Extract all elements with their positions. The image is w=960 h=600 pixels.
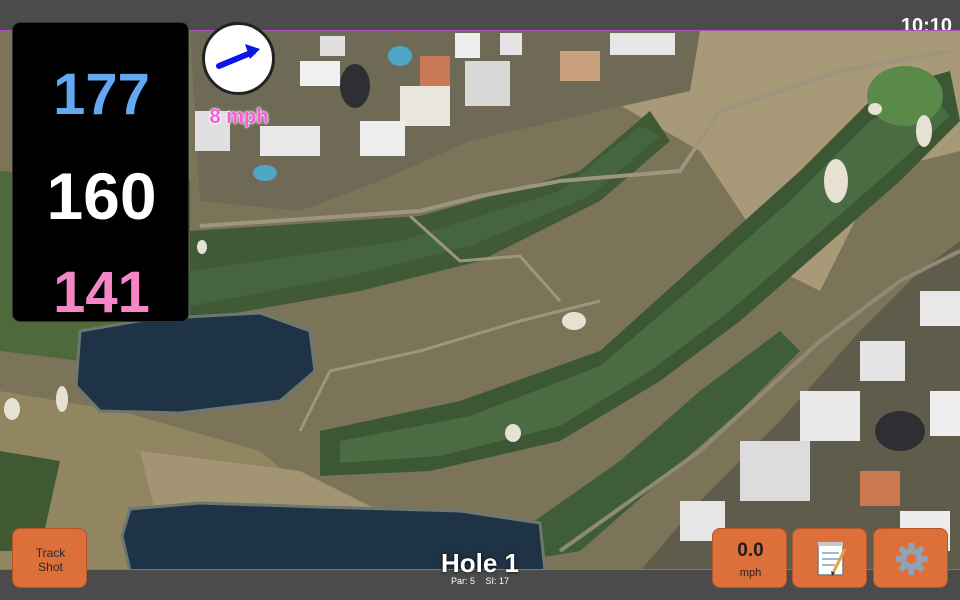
middle-yardage: 160: [46, 159, 157, 233]
track-shot-button[interactable]: Track Shot: [12, 528, 87, 588]
front-yardage: 141: [53, 260, 150, 325]
gear-icon: [895, 543, 928, 575]
settings-button[interactable]: [873, 528, 948, 588]
hole-info: Par: 5 SI: 17: [380, 576, 580, 586]
wind-speed: 8 mph: [209, 106, 269, 128]
speed-unit: mph: [739, 567, 762, 579]
arrow-northeast-icon: [216, 44, 260, 69]
back-yardage: 177: [53, 62, 150, 127]
yardage-panel: 177 160 141: [12, 22, 189, 325]
speed-button[interactable]: 0.0 mph: [712, 528, 787, 588]
notes-button[interactable]: [792, 528, 867, 588]
hole-title: Hole 1: [440, 548, 520, 578]
wind-indicator: [202, 22, 275, 95]
hole-par: Par: 5: [450, 576, 475, 586]
track-shot-label: Track Shot: [35, 546, 66, 574]
hole-stroke-index: SI: 17: [485, 576, 510, 586]
speed-value: 0.0: [737, 540, 764, 561]
notepad-icon: [817, 542, 847, 576]
